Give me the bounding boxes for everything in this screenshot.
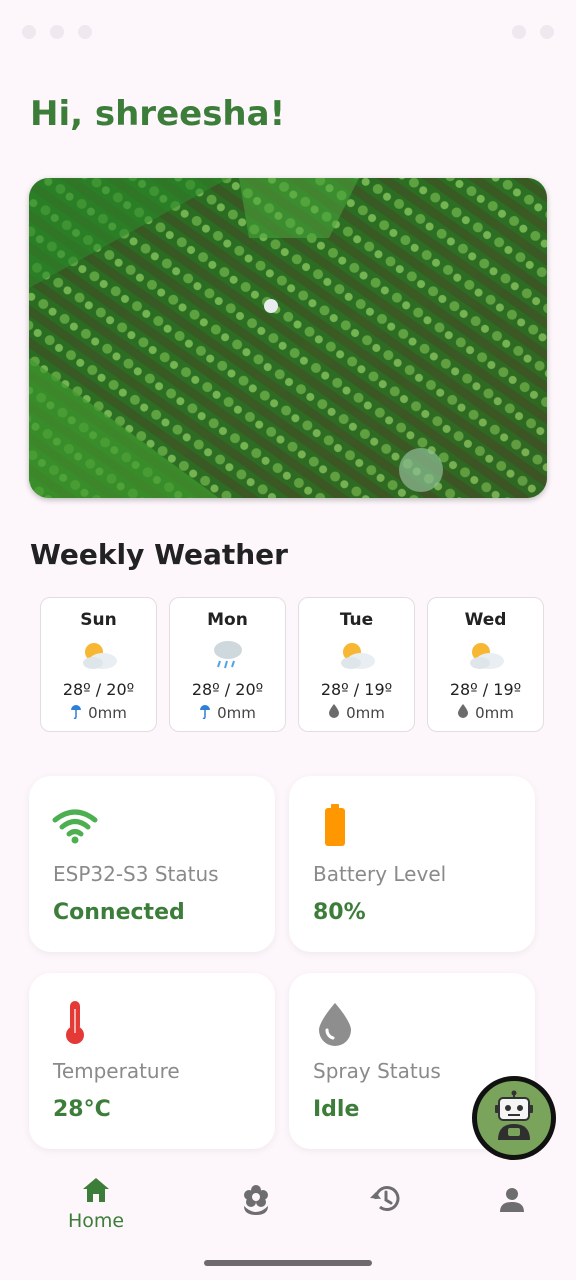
spray-status-value: Idle <box>313 1097 360 1122</box>
home-icon <box>46 1176 146 1204</box>
esp-status-label: ESP32-S3 Status <box>53 862 219 886</box>
chatbot-fab-button[interactable] <box>472 1076 556 1160</box>
rain-cloud-icon <box>170 638 285 672</box>
status-bar-right <box>512 25 554 39</box>
weather-card-wed[interactable]: Wed 28º / 19º 0mm <box>427 597 544 732</box>
weather-temps: 28º / 19º <box>449 680 522 699</box>
weather-temps: 28º / 20º <box>191 680 264 699</box>
nav-history[interactable] <box>334 1184 434 1214</box>
rain-amount: 0mm <box>475 703 514 722</box>
temperature-label: Temperature <box>53 1059 180 1083</box>
weather-day: Sun <box>80 610 117 630</box>
signal-icon <box>512 25 526 39</box>
rain-amount: 0mm <box>346 703 385 722</box>
notification-icon <box>50 25 64 39</box>
temperature-value: 28°C <box>53 1097 111 1122</box>
weather-day: Wed <box>464 610 507 630</box>
weather-day: Mon <box>207 610 248 630</box>
weather-day: Tue <box>339 610 374 630</box>
battery-level-value: 80% <box>313 900 366 925</box>
sun-behind-cloud-icon <box>299 638 414 672</box>
water-drop-icon <box>311 999 359 1047</box>
weather-forecast-row: Sun 28º / 20º 0mm Mon 28º / 20º 0mm Tue … <box>40 597 544 732</box>
wifi-icon <box>51 802 99 850</box>
status-bar <box>0 0 576 64</box>
home-indicator-bar[interactable] <box>204 1260 372 1266</box>
sun-behind-cloud-icon <box>41 638 156 672</box>
droplet-icon <box>457 703 469 722</box>
nav-home[interactable]: Home <box>46 1176 146 1232</box>
esp-status-value: Connected <box>53 900 185 925</box>
status-bar-left <box>22 25 92 39</box>
umbrella-icon <box>199 703 211 723</box>
temperature-tile[interactable]: Temperature 28°C <box>29 973 275 1149</box>
umbrella-icon <box>70 703 82 723</box>
notification-icon <box>78 25 92 39</box>
sun-behind-cloud-icon <box>428 638 543 672</box>
notification-icon <box>22 25 36 39</box>
battery-icon <box>311 802 359 850</box>
greeting-title: Hi, shreesha! <box>30 94 286 134</box>
droplet-icon <box>328 703 340 722</box>
nav-plants[interactable] <box>206 1184 306 1216</box>
weather-card-mon[interactable]: Mon 28º / 20º 0mm <box>169 597 286 732</box>
robot-icon <box>490 1090 538 1146</box>
weather-rain: 0mm <box>170 703 285 723</box>
rain-amount: 0mm <box>217 704 256 722</box>
weather-rain: 0mm <box>299 703 414 722</box>
spray-status-label: Spray Status <box>313 1059 441 1083</box>
weather-card-sun[interactable]: Sun 28º / 20º 0mm <box>40 597 157 732</box>
farm-hero-image <box>29 178 547 498</box>
flower-icon <box>206 1184 306 1216</box>
battery-status-icon <box>540 25 554 39</box>
battery-level-tile[interactable]: Battery Level 80% <box>289 776 535 952</box>
rain-amount: 0mm <box>88 704 127 722</box>
weather-temps: 28º / 19º <box>320 680 393 699</box>
person-icon <box>462 1186 562 1214</box>
weather-rain: 0mm <box>428 703 543 722</box>
nav-home-label: Home <box>67 1210 125 1232</box>
nav-profile[interactable] <box>462 1186 562 1214</box>
esp-status-tile[interactable]: ESP32-S3 Status Connected <box>29 776 275 952</box>
weekly-weather-title: Weekly Weather <box>30 538 288 571</box>
battery-level-label: Battery Level <box>313 862 447 886</box>
weather-card-tue[interactable]: Tue 28º / 19º 0mm <box>298 597 415 732</box>
thermometer-icon <box>51 999 99 1047</box>
weather-rain: 0mm <box>41 703 156 723</box>
history-icon <box>334 1184 434 1214</box>
weather-temps: 28º / 20º <box>62 680 135 699</box>
